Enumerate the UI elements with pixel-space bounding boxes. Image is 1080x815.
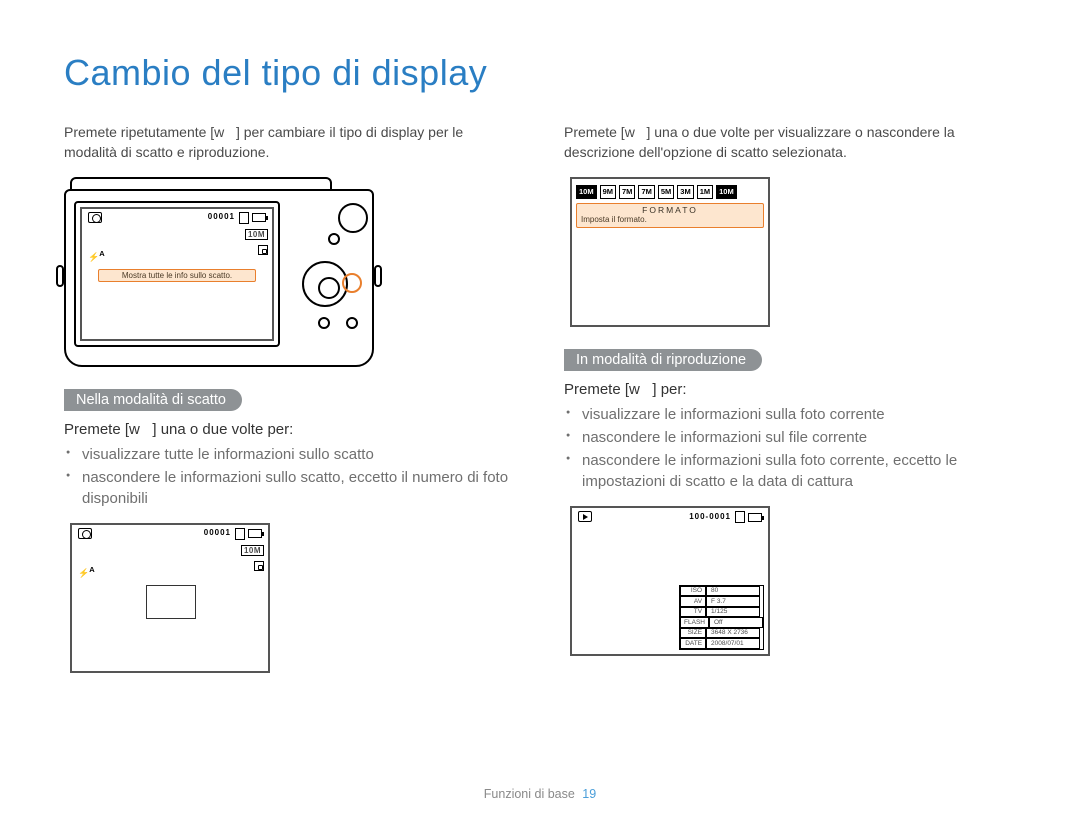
format-option: 10M xyxy=(716,185,737,199)
resolution-tag: 10M xyxy=(241,545,264,556)
preview-lcd: 00001 10M ⚡A xyxy=(70,523,270,673)
card-icon xyxy=(239,212,249,224)
info-value: 1/125 xyxy=(706,607,760,617)
table-row: ISO80 xyxy=(680,586,763,596)
resolution-tag: 10M xyxy=(245,229,268,240)
info-value: Off xyxy=(709,617,763,627)
page-number: 19 xyxy=(582,787,596,801)
lead-left: Premete [w ] una o due volte per: xyxy=(64,421,516,438)
battery-icon xyxy=(252,213,266,222)
lcd-tooltip: Mostra tutte le info sullo scatto. xyxy=(98,269,256,282)
section-header-shooting: Nella modalità di scatto xyxy=(64,389,242,411)
metering-icon xyxy=(258,245,268,255)
playback-lcd: 100-0001 ISO80AVF 3.7TV1/125FLASHOffSIZE… xyxy=(570,506,770,656)
flash-auto-icon: ⚡A xyxy=(88,249,105,263)
footer-label: Funzioni di base xyxy=(484,787,575,801)
shot-counter: 00001 xyxy=(204,528,231,540)
af-frame xyxy=(146,585,196,619)
info-value: 3648 X 2736 xyxy=(706,628,760,638)
camera-mode-icon xyxy=(78,528,92,539)
format-tooltip: FORMATO Imposta il formato. xyxy=(576,203,764,228)
bullet-list-right: visualizzare le informazioni sulla foto … xyxy=(564,404,1016,492)
card-icon xyxy=(735,511,745,523)
format-option: 9M xyxy=(600,185,616,199)
content-columns: Premete ripetutamente [w ] per cambiare … xyxy=(64,122,1016,673)
table-row: TV1/125 xyxy=(680,607,763,617)
page-footer: Funzioni di base 19 xyxy=(0,787,1080,801)
camera-lcd: 00001 10M ⚡A Mostra tutte le info sullo … xyxy=(80,207,274,341)
format-option: 10M xyxy=(576,185,597,199)
table-row: FLASHOff xyxy=(680,617,763,627)
section-header-playback: In modalità di riproduzione xyxy=(564,349,762,371)
format-option: 3M xyxy=(677,185,693,199)
format-option: 7M xyxy=(619,185,635,199)
camera-mode-icon xyxy=(88,212,102,223)
info-key: TV xyxy=(680,607,706,617)
list-item: visualizzare tutte le informazioni sullo… xyxy=(82,444,516,465)
play-mode-icon xyxy=(578,511,592,522)
page-title: Cambio del tipo di display xyxy=(64,52,1016,94)
card-icon xyxy=(235,528,245,540)
list-item: visualizzare le informazioni sulla foto … xyxy=(582,404,1016,425)
list-item: nascondere le informazioni sullo scatto,… xyxy=(82,467,516,509)
info-value: 2008/07/01 xyxy=(706,638,760,648)
camera-back-illustration: 00001 10M ⚡A Mostra tutte le info sullo … xyxy=(64,177,374,367)
info-key: DATE xyxy=(680,638,706,648)
manual-page: Cambio del tipo di display Premete ripet… xyxy=(0,0,1080,815)
info-key: SIZE xyxy=(680,628,706,638)
info-value: 80 xyxy=(706,586,760,596)
info-key: AV xyxy=(680,596,706,606)
format-option: 5M xyxy=(658,185,674,199)
dpad-icon xyxy=(302,261,348,307)
info-key: FLASH xyxy=(680,617,709,627)
intro-text-left: Premete ripetutamente [w ] per cambiare … xyxy=(64,122,516,163)
shot-counter: 00001 xyxy=(208,212,235,224)
table-row: SIZE3648 X 2736 xyxy=(680,628,763,638)
lead-right: Premete [w ] per: xyxy=(564,381,1016,398)
intro-text-right: Premete [w ] una o due volte per visuali… xyxy=(564,122,1016,163)
flash-auto-icon: ⚡A xyxy=(78,565,95,579)
format-option: 7M xyxy=(638,185,654,199)
info-key: ISO xyxy=(680,586,706,596)
exif-info-table: ISO80AVF 3.7TV1/125FLASHOffSIZE3648 X 27… xyxy=(679,585,764,650)
tooltip-title: FORMATO xyxy=(581,206,759,215)
table-row: DATE2008/07/01 xyxy=(680,638,763,648)
format-option-row: 10M9M7M7M5M3M1M10M xyxy=(576,185,764,199)
left-column: Premete ripetutamente [w ] per cambiare … xyxy=(64,122,516,673)
battery-icon xyxy=(248,529,262,538)
right-column: Premete [w ] una o due volte per visuali… xyxy=(564,122,1016,673)
format-menu-lcd: 10M9M7M7M5M3M1M10M FORMATO Imposta il fo… xyxy=(570,177,770,327)
tooltip-text: Imposta il formato. xyxy=(581,215,759,225)
file-counter: 100-0001 xyxy=(689,512,731,521)
list-item: nascondere le informazioni sulla foto co… xyxy=(582,450,1016,492)
format-option: 1M xyxy=(697,185,713,199)
bullet-list-left: visualizzare tutte le informazioni sullo… xyxy=(64,444,516,509)
battery-icon xyxy=(748,513,762,522)
list-item: nascondere le informazioni sul file corr… xyxy=(582,427,1016,448)
metering-icon xyxy=(254,561,264,571)
info-value: F 3.7 xyxy=(706,596,760,606)
table-row: AVF 3.7 xyxy=(680,596,763,606)
